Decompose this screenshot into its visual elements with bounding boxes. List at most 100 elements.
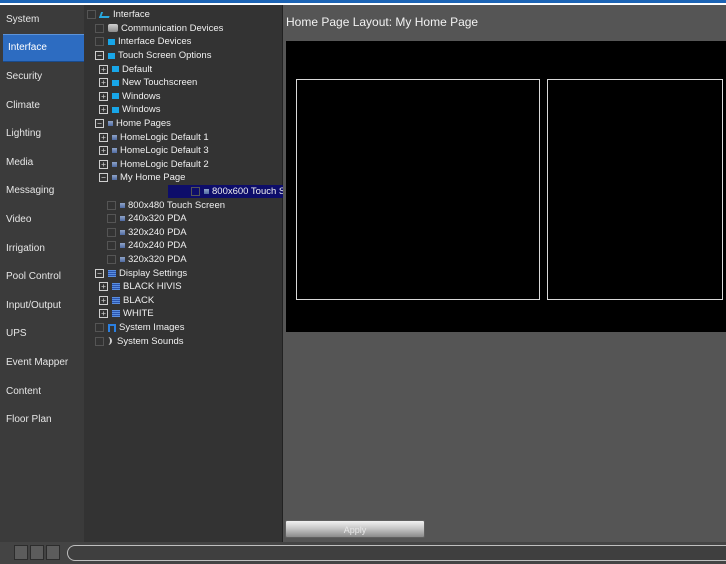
tree-checkbox-icon[interactable] (191, 187, 200, 197)
tree-checkbox-icon[interactable] (95, 323, 104, 333)
sidebar-item-security[interactable]: Security (0, 62, 84, 91)
tree-node-label: Default (122, 63, 153, 75)
tree-node-label: Windows (122, 104, 161, 116)
tree-node[interactable]: + New Touchscreen (99, 76, 197, 90)
screen-icon (112, 93, 119, 100)
sidebar-item-ups[interactable]: UPS (0, 320, 84, 349)
sidebar-item-interface[interactable]: Interface (3, 33, 84, 63)
screen-icon (108, 38, 115, 45)
tree-node[interactable]: − My Home Page (99, 171, 185, 185)
tree-checkbox-icon[interactable] (95, 37, 104, 47)
display-icon (112, 296, 120, 304)
tree-node[interactable]: System Images (95, 321, 184, 335)
tree-checkbox-icon[interactable] (107, 214, 116, 224)
tree-node[interactable]: Communication Devices (95, 22, 223, 36)
sidebar-item-lighting[interactable]: Lighting (0, 119, 84, 148)
tree-node[interactable]: − Touch Screen Options (95, 49, 211, 63)
tree-node[interactable]: + Windows (99, 103, 161, 117)
expand-icon[interactable]: + (99, 309, 108, 319)
layout-panel: Home Page Layout: My Home Page Apply (283, 5, 726, 542)
sidebar-item-floor-plan[interactable]: Floor Plan (0, 405, 84, 434)
page-icon (120, 257, 125, 263)
tree-node-label: 320x320 PDA (128, 254, 187, 266)
sidebar-item-input-output[interactable]: Input/Output (0, 291, 84, 320)
sounds-icon (108, 337, 112, 346)
apply-button[interactable]: Apply (285, 520, 425, 538)
page-icon (120, 202, 125, 208)
tree-node[interactable]: + HomeLogic Default 2 (99, 158, 209, 172)
expand-icon[interactable]: + (99, 105, 108, 115)
page-icon (120, 229, 125, 235)
tree-node[interactable]: 320x320 PDA (107, 253, 187, 267)
sidebar-item-messaging[interactable]: Messaging (0, 177, 84, 206)
layout-region-left[interactable] (296, 79, 540, 300)
sidebar-item-video[interactable]: Video (0, 205, 84, 234)
tree-node[interactable]: 320x240 PDA (107, 226, 187, 240)
tree-node-label: 800x480 Touch Screen (128, 199, 226, 211)
tree-node-label: HomeLogic Default 3 (120, 145, 209, 157)
collapse-icon[interactable]: − (95, 119, 104, 129)
sidebar-item-media[interactable]: Media (0, 148, 84, 177)
expand-icon[interactable]: + (99, 78, 108, 88)
tree-node[interactable]: System Sounds (95, 334, 184, 348)
window-top-border (0, 0, 726, 3)
sidebar-item-system[interactable]: System (0, 5, 84, 34)
tree-node-label: 320x240 PDA (128, 226, 187, 238)
tree-checkbox-icon[interactable] (95, 23, 104, 33)
tree-node[interactable]: 240x320 PDA (107, 212, 187, 226)
tree-node-label: Touch Screen Options (118, 50, 212, 62)
tree-node[interactable]: 240x240 PDA (107, 239, 187, 253)
tree-node-label: Display Settings (119, 267, 188, 279)
tree-node[interactable]: + BLACK (99, 294, 154, 308)
page-icon (112, 148, 117, 154)
expand-icon[interactable]: + (99, 295, 108, 305)
sidebar-item-pool-control[interactable]: Pool Control (0, 262, 84, 291)
page-icon (108, 121, 113, 127)
tree-checkbox-icon[interactable] (95, 336, 104, 346)
layout-region-right[interactable] (547, 79, 723, 300)
collapse-icon[interactable]: − (95, 51, 104, 61)
expand-icon[interactable]: + (99, 159, 108, 169)
screen-icon (108, 52, 115, 59)
tree-node[interactable]: + WHITE (99, 307, 154, 321)
status-box-3 (46, 545, 60, 560)
images-icon (108, 323, 116, 332)
screen-icon (112, 106, 119, 113)
expand-icon[interactable]: + (99, 146, 108, 156)
tree-node[interactable]: + HomeLogic Default 1 (99, 130, 209, 144)
tree-node-label: Communication Devices (121, 22, 224, 34)
tree-node-label: New Touchscreen (122, 77, 198, 89)
tree-node[interactable]: − Display Settings (95, 266, 187, 280)
sidebar-item-event-mapper[interactable]: Event Mapper (0, 348, 84, 377)
expand-icon[interactable]: + (99, 132, 108, 142)
interface-icon (98, 11, 112, 18)
tree-checkbox-icon[interactable] (107, 255, 116, 265)
tree-node[interactable]: + HomeLogic Default 3 (99, 144, 209, 158)
tree-node[interactable]: + Default (99, 62, 152, 76)
page-icon (204, 189, 209, 195)
tree-node[interactable]: − Home Pages (95, 117, 171, 131)
sidebar-item-irrigation[interactable]: Irrigation (0, 234, 84, 263)
collapse-icon[interactable]: − (95, 268, 104, 278)
expand-icon[interactable]: + (99, 91, 108, 101)
tree-node[interactable]: Interface Devices (95, 35, 191, 49)
tree-checkbox-icon[interactable] (107, 200, 116, 210)
tree-checkbox-icon[interactable] (107, 241, 116, 251)
layout-canvas[interactable] (286, 41, 726, 332)
page-icon (112, 175, 117, 181)
sidebar-item-content[interactable]: Content (0, 377, 84, 406)
collapse-icon[interactable]: − (99, 173, 108, 183)
sidebar-item-climate[interactable]: Climate (0, 91, 84, 120)
tree-node[interactable]: + Windows (99, 90, 161, 104)
expand-icon[interactable]: + (99, 64, 108, 74)
expand-icon[interactable]: + (99, 282, 108, 292)
tree-checkbox-icon[interactable] (107, 227, 116, 237)
tree-node[interactable]: 800x480 Touch Screen (107, 198, 225, 212)
tree-node-label: 240x320 PDA (128, 213, 187, 225)
tree-node[interactable]: + BLACK HIVIS (99, 280, 182, 294)
tree-checkbox-icon[interactable] (87, 10, 96, 20)
display-icon (108, 269, 116, 277)
page-icon (120, 243, 125, 249)
tree-node-label: Interface (113, 9, 150, 21)
tree-node[interactable]: Interface (87, 8, 150, 22)
